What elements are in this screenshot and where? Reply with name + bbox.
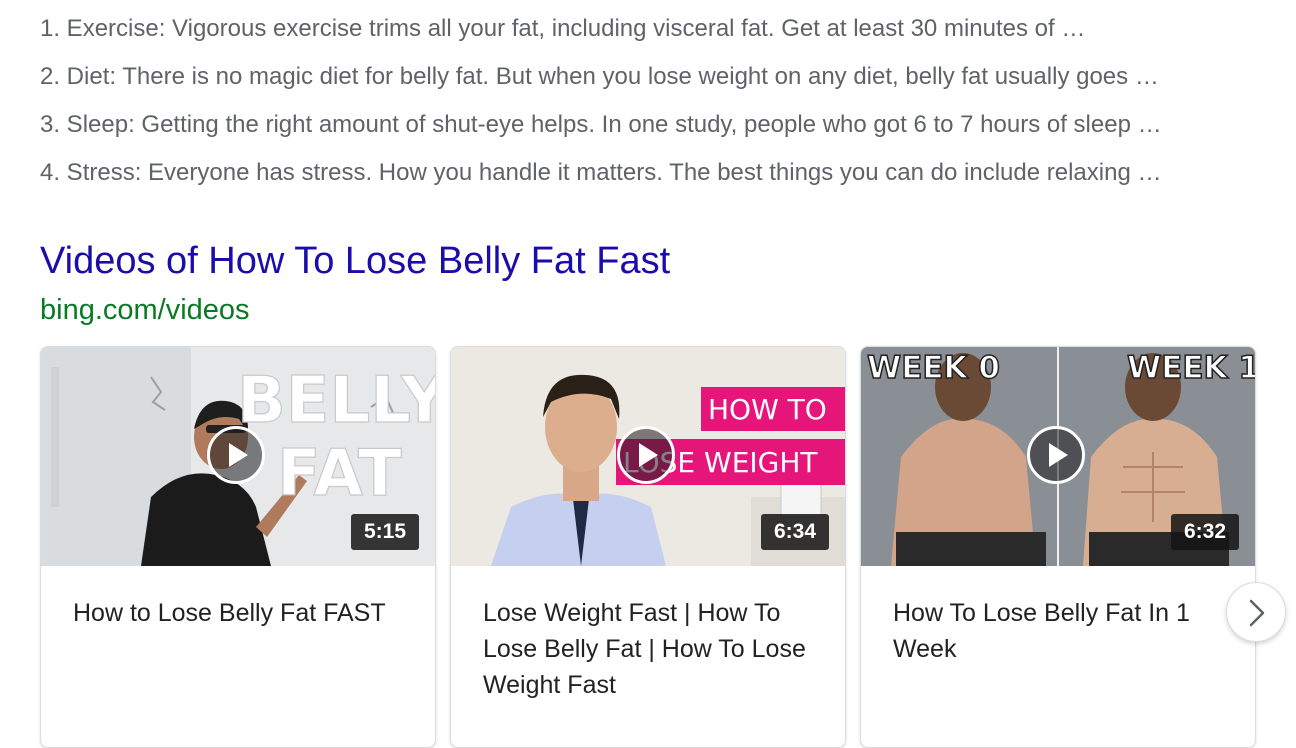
videos-section-title[interactable]: Videos of How To Lose Belly Fat Fast (40, 240, 670, 283)
tip-item: 1. Exercise: Vigorous exercise trims all… (40, 15, 1086, 42)
video-duration: 5:15 (350, 514, 419, 550)
thumbnail-overlay-text: WEEK 0 (867, 350, 1000, 386)
carousel-next-button[interactable] (1226, 582, 1286, 642)
video-duration: 6:32 (1170, 514, 1239, 550)
tip-item: 3. Sleep: Getting the right amount of sh… (40, 111, 1162, 138)
video-title[interactable]: Lose Weight Fast | How To Lose Belly Fat… (483, 595, 823, 703)
videos-source-link[interactable]: bing.com/videos (40, 294, 250, 327)
play-button[interactable] (617, 426, 675, 484)
video-card[interactable]: HOW TO LOSE WEIGHT 6:34 Lose Weight Fast… (450, 346, 846, 748)
thumbnail-overlay-text: WEEK 1 (1127, 350, 1255, 386)
tip-item: 4. Stress: Everyone has stress. How you … (40, 159, 1162, 186)
play-icon (229, 443, 248, 467)
video-card[interactable]: BELLY FAT 5:15 How to Lose Belly Fat FAS… (40, 346, 436, 748)
chevron-right-icon (1249, 599, 1265, 627)
play-icon (1049, 443, 1068, 467)
tip-item: 2. Diet: There is no magic diet for bell… (40, 63, 1159, 90)
video-title[interactable]: How To Lose Belly Fat In 1 Week (893, 595, 1233, 667)
play-button[interactable] (1027, 426, 1085, 484)
video-thumbnail[interactable]: BELLY FAT 5:15 (41, 347, 435, 566)
video-thumbnail[interactable]: WEEK 0 WEEK 1 6:32 (861, 347, 1255, 566)
thumbnail-overlay-text: BELLY (237, 364, 435, 438)
video-thumbnail[interactable]: HOW TO LOSE WEIGHT 6:34 (451, 347, 845, 566)
thumbnail-overlay-text: HOW TO (708, 393, 827, 426)
video-duration: 6:34 (760, 514, 829, 550)
tips-list: 1. Exercise: Vigorous exercise trims all… (40, 8, 1260, 200)
play-button[interactable] (207, 426, 265, 484)
thumbnail-overlay-text: FAT (277, 437, 402, 511)
video-title[interactable]: How to Lose Belly Fat FAST (73, 595, 413, 631)
video-card[interactable]: WEEK 0 WEEK 1 6:32 How To Lose Belly Fat… (860, 346, 1256, 748)
play-icon (639, 443, 658, 467)
